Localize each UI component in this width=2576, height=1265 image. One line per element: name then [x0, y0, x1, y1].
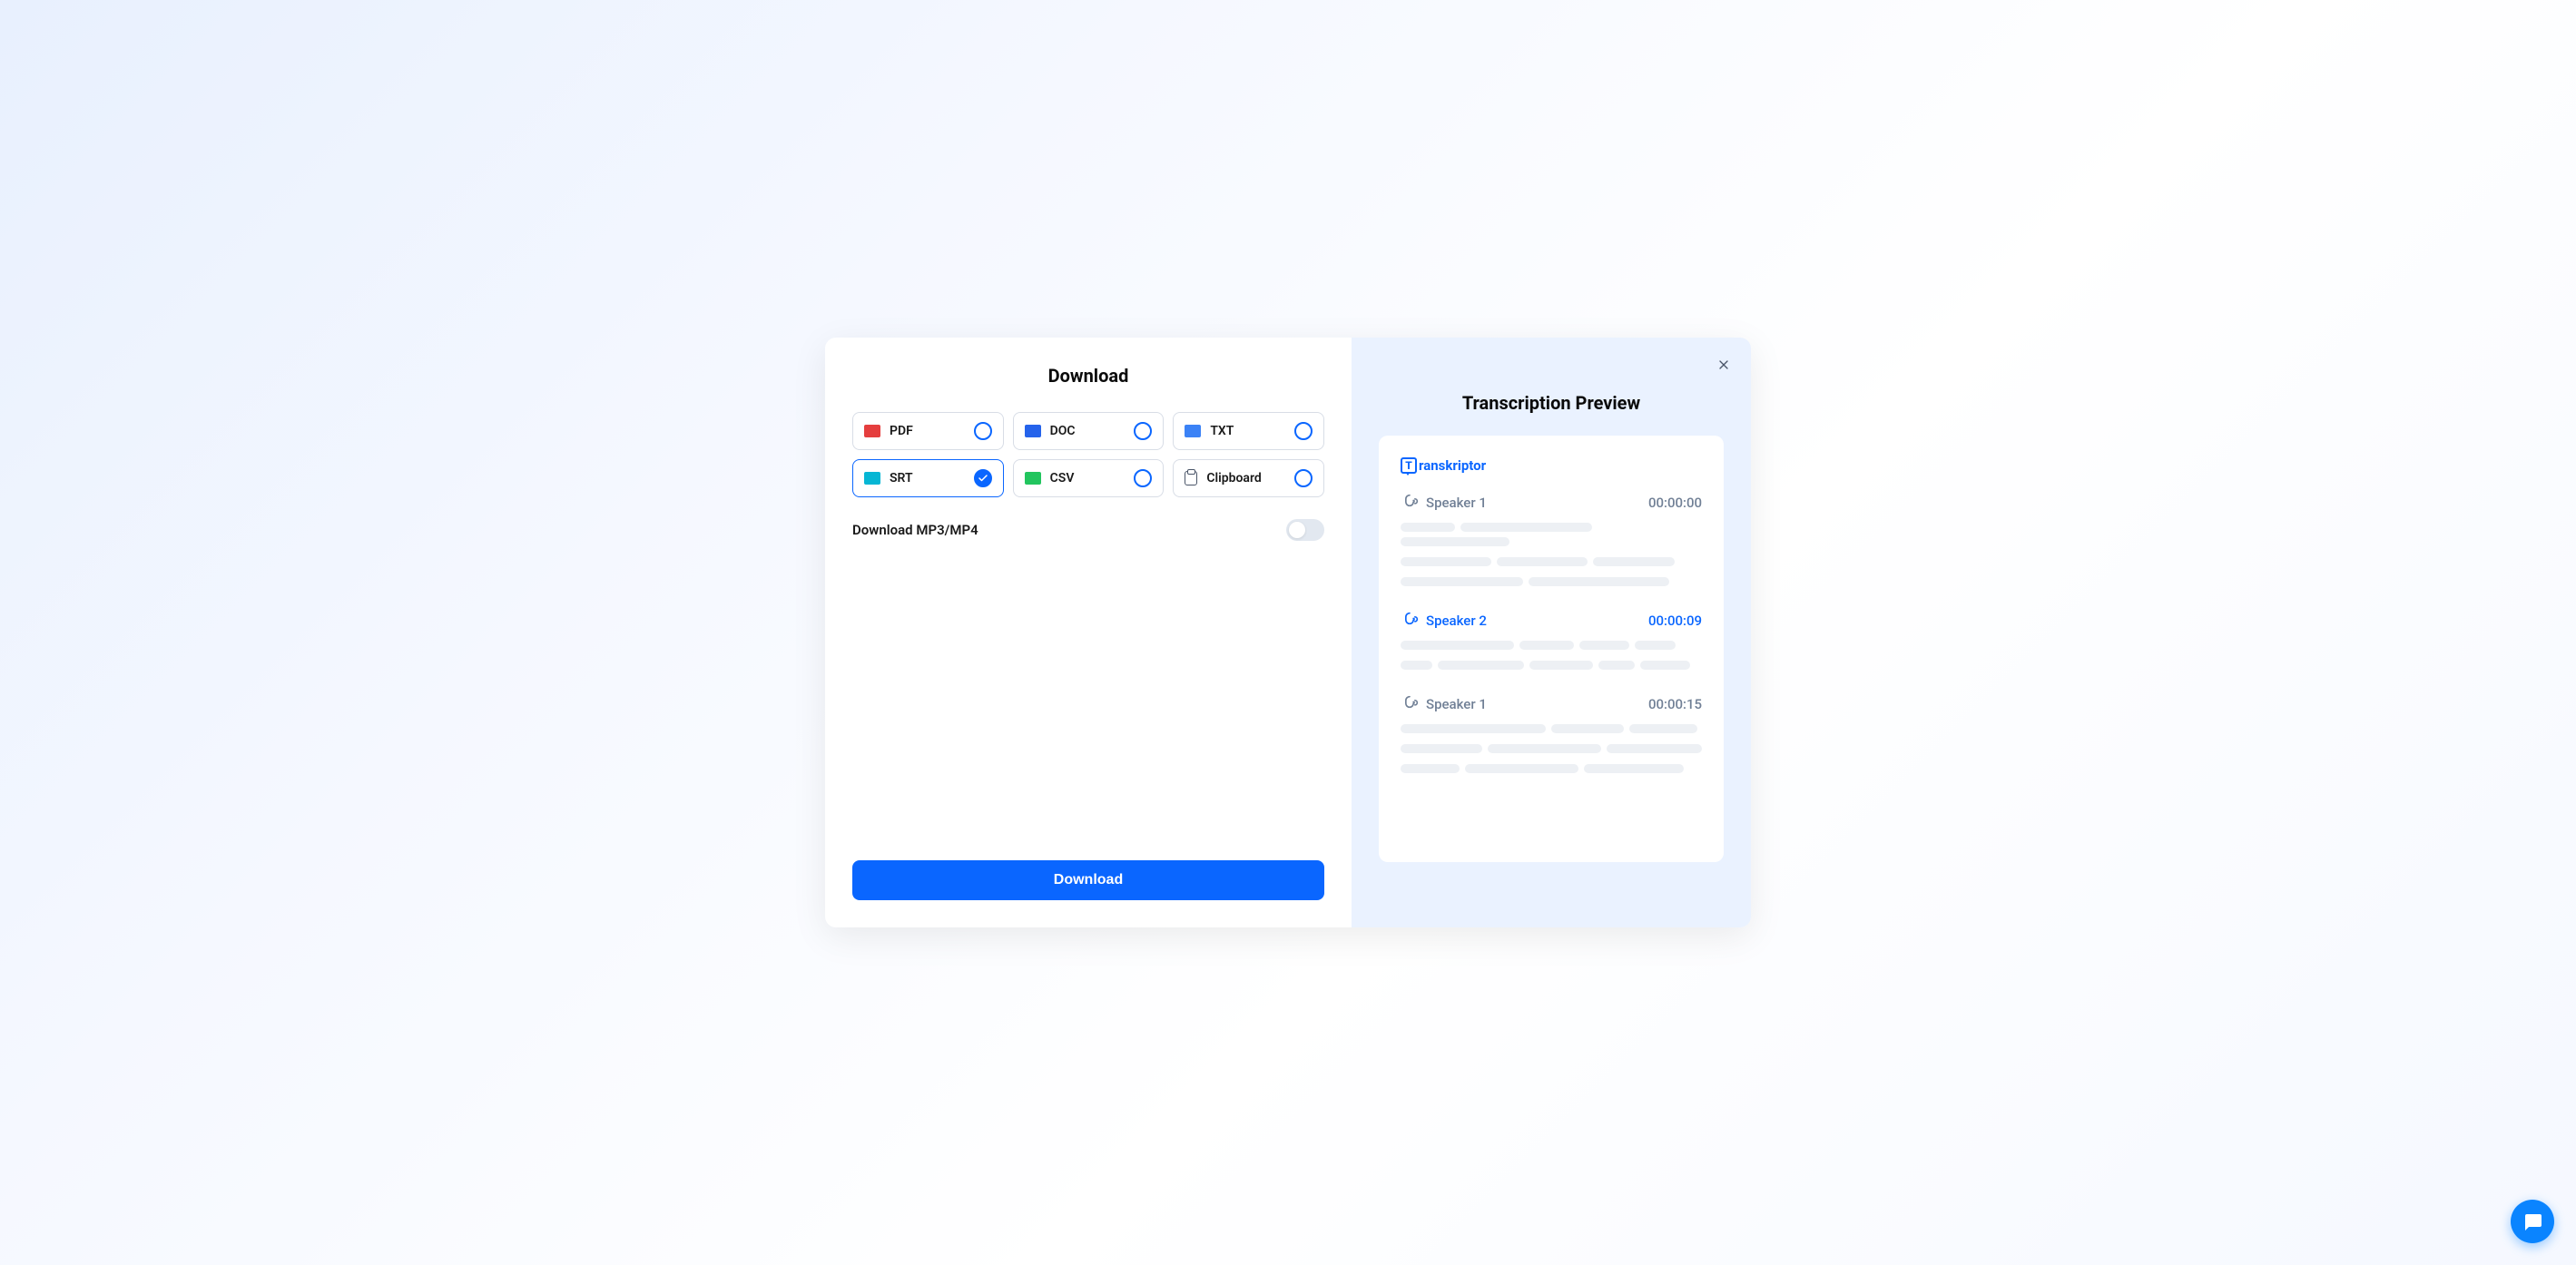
skeleton-bar: [1465, 764, 1578, 773]
format-label: CSV: [1050, 471, 1126, 485]
pdf-icon: [864, 425, 880, 437]
format-option-clipboard[interactable]: Clipboard: [1173, 459, 1324, 497]
radio-unchecked-icon: [1294, 469, 1313, 487]
srt-icon: [864, 472, 880, 485]
skeleton-bar: [1401, 764, 1460, 773]
skeleton-bar: [1401, 744, 1482, 753]
mp3-toggle[interactable]: [1286, 519, 1324, 541]
skeleton-bar: [1598, 661, 1635, 670]
speaker-info: Speaker 1: [1401, 494, 1487, 512]
skeleton-bar: [1401, 537, 1509, 546]
skeleton-bar: [1401, 577, 1523, 586]
mp3-toggle-row: Download MP3/MP4: [852, 515, 1324, 544]
speaker-name: Speaker 1: [1426, 696, 1487, 712]
skeleton-bar: [1629, 724, 1697, 733]
format-option-txt[interactable]: TXT: [1173, 412, 1324, 450]
format-option-doc[interactable]: DOC: [1013, 412, 1165, 450]
speaker-icon: [1401, 695, 1419, 713]
download-modal: Download PDF DOC TXT S: [825, 338, 1751, 927]
download-panel: Download PDF DOC TXT S: [825, 338, 1352, 927]
skeleton-lines: [1401, 523, 1702, 592]
speaker-block: Speaker 1 00:00:00: [1401, 494, 1702, 592]
speaker-header: Speaker 1 00:00:00: [1401, 494, 1702, 512]
preview-panel: Transcription Preview T ranskriptor Spea…: [1352, 338, 1751, 927]
format-label: PDF: [890, 424, 965, 438]
clipboard-icon: [1185, 471, 1197, 485]
speaker-block: Speaker 1 00:00:15: [1401, 695, 1702, 779]
skeleton-bar: [1497, 557, 1588, 566]
speaker-icon: [1401, 612, 1419, 630]
csv-icon: [1025, 472, 1041, 485]
skeleton-bar: [1460, 523, 1592, 532]
speaker-name: Speaker 1: [1426, 495, 1487, 511]
txt-icon: [1185, 425, 1201, 437]
skeleton-bar: [1401, 523, 1455, 532]
skeleton-bar: [1519, 641, 1574, 650]
brand-text: ranskriptor: [1419, 457, 1486, 474]
skeleton-bar: [1579, 641, 1629, 650]
preview-title: Transcription Preview: [1379, 392, 1724, 414]
radio-checked-icon: [974, 469, 992, 487]
skeleton-bar: [1593, 557, 1675, 566]
speaker-name: Speaker 2: [1426, 613, 1487, 629]
format-option-pdf[interactable]: PDF: [852, 412, 1004, 450]
close-button[interactable]: [1713, 354, 1735, 376]
brand-logo: T ranskriptor: [1401, 457, 1702, 474]
skeleton-bar: [1401, 724, 1546, 733]
format-label: Clipboard: [1206, 471, 1285, 485]
preview-card: T ranskriptor Speaker 1 00:00:00 Speaker 2…: [1379, 436, 1724, 862]
skeleton-bar: [1438, 661, 1524, 670]
doc-icon: [1025, 425, 1041, 437]
skeleton-lines: [1401, 724, 1702, 779]
radio-unchecked-icon: [1134, 422, 1152, 440]
speakers-list: Speaker 100:00:00Speaker 200:00:09Speake…: [1401, 494, 1702, 779]
speaker-header: Speaker 2 00:00:09: [1401, 612, 1702, 630]
format-option-csv[interactable]: CSV: [1013, 459, 1165, 497]
format-label: DOC: [1050, 424, 1126, 438]
skeleton-bar: [1401, 641, 1514, 650]
speaker-block: Speaker 2 00:00:09: [1401, 612, 1702, 675]
skeleton-bar: [1635, 641, 1676, 650]
speaker-info: Speaker 2: [1401, 612, 1487, 630]
skeleton-bar: [1529, 577, 1669, 586]
toggle-knob: [1289, 522, 1305, 538]
download-title: Download: [852, 365, 1324, 387]
skeleton-bar: [1584, 764, 1684, 773]
radio-unchecked-icon: [1134, 469, 1152, 487]
radio-unchecked-icon: [1294, 422, 1313, 440]
skeleton-bar: [1607, 744, 1702, 753]
format-grid: PDF DOC TXT SRT: [852, 412, 1324, 497]
skeleton-bar: [1401, 557, 1491, 566]
speaker-time: 00:00:00: [1648, 495, 1702, 511]
format-option-srt[interactable]: SRT: [852, 459, 1004, 497]
skeleton-lines: [1401, 641, 1702, 675]
chat-icon: [2522, 1211, 2543, 1232]
speaker-header: Speaker 1 00:00:15: [1401, 695, 1702, 713]
chat-launcher[interactable]: [2511, 1200, 2554, 1243]
speaker-info: Speaker 1: [1401, 695, 1487, 713]
skeleton-bar: [1401, 661, 1432, 670]
speaker-time: 00:00:09: [1648, 613, 1702, 629]
speaker-time: 00:00:15: [1648, 696, 1702, 712]
skeleton-bar: [1640, 661, 1690, 670]
mp3-toggle-label: Download MP3/MP4: [852, 522, 978, 538]
brand-logo-icon: T: [1401, 457, 1417, 474]
radio-unchecked-icon: [974, 422, 992, 440]
skeleton-bar: [1529, 661, 1593, 670]
download-button[interactable]: Download: [852, 860, 1324, 900]
format-label: SRT: [890, 471, 965, 485]
skeleton-bar: [1551, 724, 1624, 733]
format-label: TXT: [1210, 424, 1285, 438]
close-icon: [1716, 358, 1731, 372]
skeleton-bar: [1488, 744, 1601, 753]
speaker-icon: [1401, 494, 1419, 512]
